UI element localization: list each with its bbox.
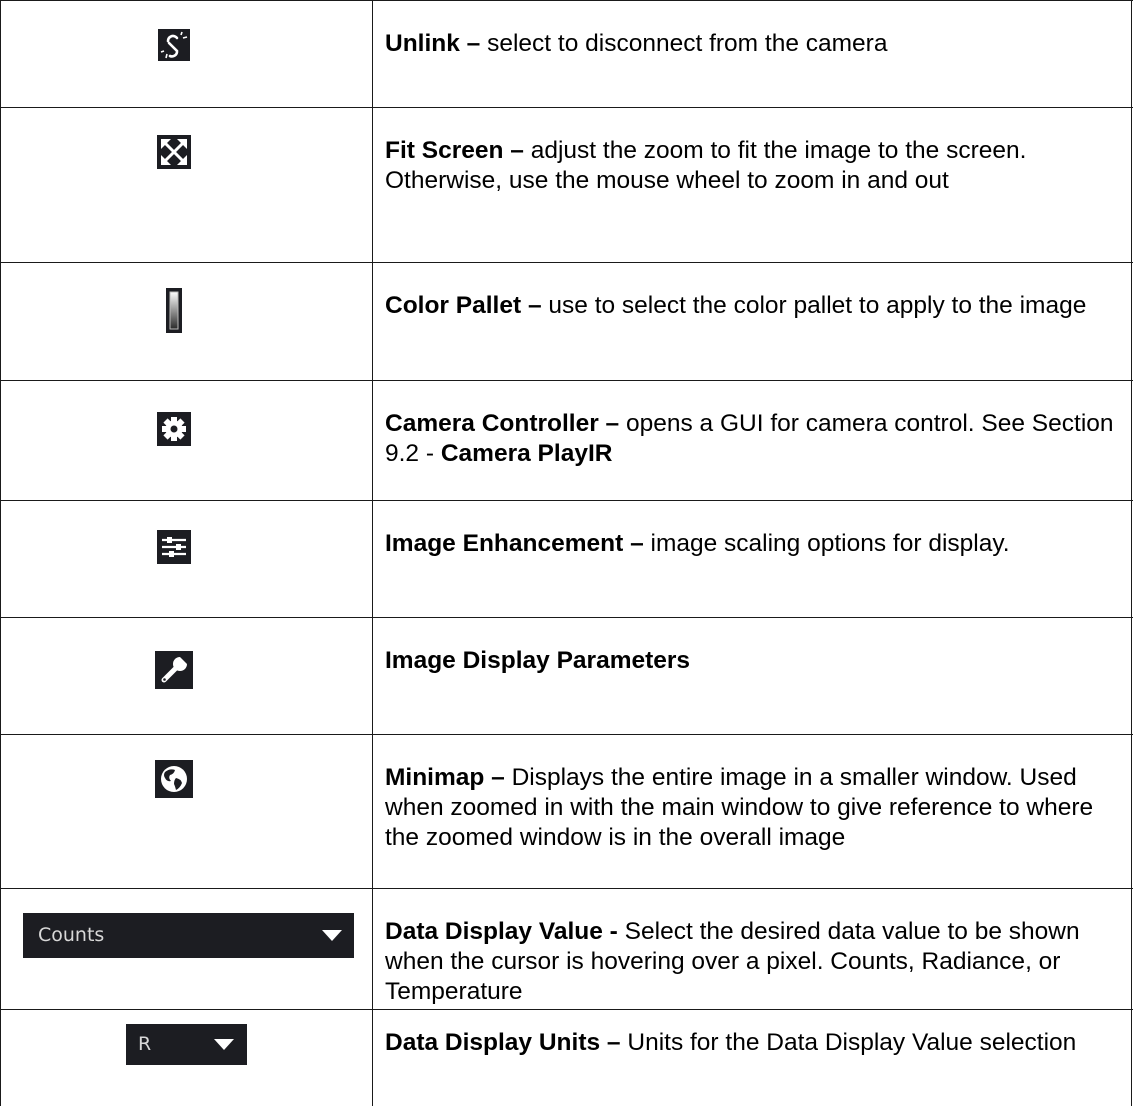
sliders-icon <box>157 530 191 564</box>
section-reference: Camera PlayIR <box>440 440 613 467</box>
row-description: Data Display Value - Select the desired … <box>385 918 1080 1005</box>
row-term: Data Display Units – <box>385 1029 621 1056</box>
data-units-dropdown[interactable]: R <box>126 1024 247 1065</box>
row-description: Color Pallet – use to select the color p… <box>385 292 1087 319</box>
table-row: Fit Screen – adjust the zoom to fit the … <box>0 108 1133 263</box>
row-term: Image Enhancement – <box>385 530 644 557</box>
wrench-icon <box>155 651 193 689</box>
row-term: Camera Controller – <box>385 410 620 437</box>
table-row: Camera Controller – opens a GUI for came… <box>0 381 1133 501</box>
row-description: Image Enhancement – image scaling option… <box>385 530 1010 557</box>
table-row: R Data Display Units – Units for the Dat… <box>0 1010 1133 1106</box>
gear-icon <box>157 412 191 446</box>
row-term: Data Display Value - <box>385 918 618 945</box>
row-description: Unlink – select to disconnect from the c… <box>385 30 888 57</box>
table-row: Image Display Parameters <box>0 618 1133 735</box>
color-pallet-icon <box>166 288 182 333</box>
row-term: Minimap – <box>385 764 505 791</box>
row-term: Unlink – <box>385 30 481 57</box>
fit-screen-icon <box>157 135 191 169</box>
row-description: Image Display Parameters <box>385 646 1127 676</box>
chevron-down-icon <box>322 930 342 941</box>
dropdown-selected-value: Counts <box>38 924 105 946</box>
table-row: Unlink – select to disconnect from the c… <box>0 1 1133 108</box>
toolbar-reference-table: Unlink – select to disconnect from the c… <box>0 0 1133 1106</box>
table-row: Minimap – Displays the entire image in a… <box>0 735 1133 889</box>
row-description: Fit Screen – adjust the zoom to fit the … <box>385 137 1027 194</box>
row-term: Color Pallet – <box>385 292 542 319</box>
row-description: Camera Controller – opens a GUI for came… <box>385 410 1114 467</box>
chevron-down-icon <box>214 1039 234 1050</box>
row-term: Image Display Parameters <box>385 647 691 674</box>
table-row: Counts Data Display Value - Select the d… <box>0 889 1133 1010</box>
row-term: Fit Screen – <box>385 137 524 164</box>
dropdown-selected-value: R <box>138 1033 152 1055</box>
unlink-icon <box>158 29 190 61</box>
row-description: Data Display Units – Units for the Data … <box>385 1029 1077 1056</box>
table-row: Image Enhancement – image scaling option… <box>0 501 1133 618</box>
table-row: Color Pallet – use to select the color p… <box>0 263 1133 381</box>
data-value-dropdown[interactable]: Counts <box>23 913 354 958</box>
globe-icon <box>155 760 193 798</box>
row-description: Minimap – Displays the entire image in a… <box>385 764 1094 851</box>
